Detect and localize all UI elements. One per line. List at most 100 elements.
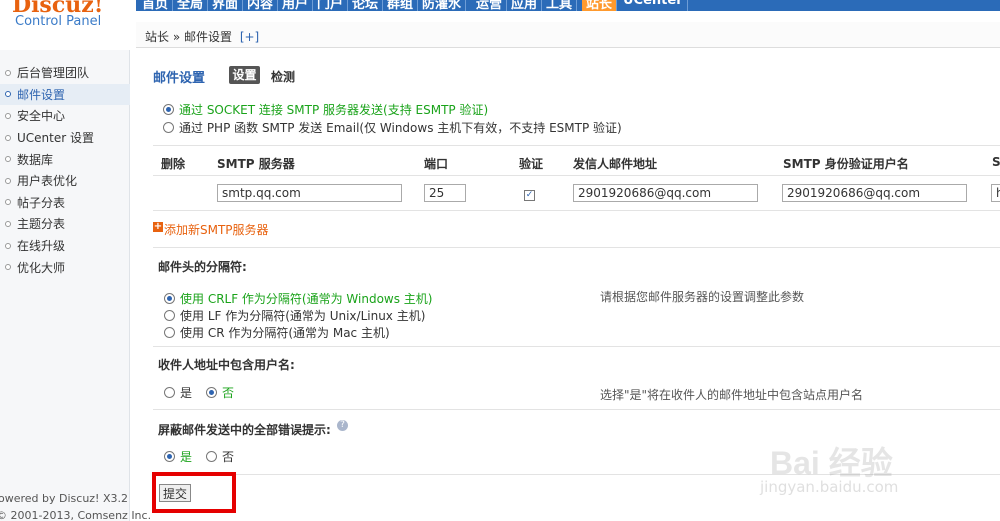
- bullet-icon: [5, 264, 11, 271]
- separator-hint: 请根据您邮件服务器的设置调整此参数: [600, 290, 805, 304]
- silent-no[interactable]: 否: [206, 448, 234, 465]
- table-divider: [153, 210, 1000, 211]
- separator-crlf-label: 使用 CRLF 作为分隔符(通常为 Windows 主机): [180, 292, 433, 306]
- more-input[interactable]: [991, 184, 1000, 202]
- page-title: 邮件设置: [153, 71, 206, 86]
- topnav-portal[interactable]: 门户: [313, 0, 349, 11]
- send-mode-php-label: 通过 PHP 函数 SMTP 发送 Email(仅 Windows 主机下有效，…: [179, 121, 622, 135]
- topnav-interface[interactable]: 界面: [208, 0, 244, 11]
- smtp-server-input[interactable]: [217, 184, 402, 202]
- radio-icon[interactable]: [206, 451, 217, 462]
- topnav-content[interactable]: 内容: [243, 0, 279, 11]
- include-user-title: 收件人地址中包含用户名:: [158, 358, 295, 372]
- bullet-icon: [5, 177, 11, 184]
- sidebar-item-user-table[interactable]: 用户表优化: [0, 170, 130, 192]
- topnav-global[interactable]: 全局: [173, 0, 209, 11]
- tab-settings[interactable]: 设置: [229, 66, 260, 84]
- include-user-yes-label: 是: [180, 386, 193, 400]
- highlight-box: [152, 472, 236, 513]
- port-input[interactable]: [424, 184, 466, 202]
- sidebar-item-thread-split[interactable]: 主题分表: [0, 213, 130, 235]
- page: Discuz! Control Panel 后台管理团队 邮件设置 安全中心 U…: [0, 0, 1000, 521]
- breadcrumb: 站长 » 邮件设置 [+]: [145, 28, 259, 45]
- topnav-group[interactable]: 群组: [383, 0, 419, 11]
- col-from-address: 发信人邮件地址: [573, 157, 658, 171]
- sidebar-item-label: 数据库: [17, 152, 54, 167]
- col-more: S: [992, 155, 1000, 169]
- topnav-operation[interactable]: 运营: [472, 0, 508, 11]
- include-user-hint: 选择"是"将在收件人的邮件地址中包含站点用户名: [600, 388, 864, 402]
- breadcrumb-add[interactable]: [+]: [240, 30, 259, 44]
- col-delete: 删除: [161, 157, 186, 171]
- radio-checked-icon[interactable]: [206, 387, 217, 398]
- sidebar-item-label: 安全中心: [17, 109, 66, 124]
- sidebar-item-security[interactable]: 安全中心: [0, 105, 130, 127]
- separator-cr-label: 使用 CR 作为分隔符(通常为 Mac 主机): [180, 326, 390, 340]
- topnav-forum[interactable]: 论坛: [348, 0, 384, 11]
- radio-checked-icon[interactable]: [164, 451, 175, 462]
- sidebar-item-optimizer[interactable]: 优化大师: [0, 256, 130, 278]
- add-icon[interactable]: +: [153, 222, 163, 232]
- from-address-input[interactable]: [573, 184, 758, 202]
- sidebar-item-label: 邮件设置: [17, 87, 66, 102]
- section-divider: [153, 247, 1000, 248]
- topnav-ucenter[interactable]: UCenter: [619, 0, 688, 11]
- topnav-tools[interactable]: 工具: [542, 0, 578, 11]
- topnav-antispam[interactable]: 防灌水: [418, 0, 467, 11]
- bullet-icon: [5, 134, 11, 141]
- col-auth-username: SMTP 身份验证用户名: [783, 157, 909, 171]
- separator-cr[interactable]: 使用 CR 作为分隔符(通常为 Mac 主机): [164, 324, 390, 341]
- silent-yes-label: 是: [180, 450, 193, 464]
- bullet-icon: [5, 220, 11, 227]
- topnav-users[interactable]: 用户: [278, 0, 314, 11]
- sidebar-item-label: 帖子分表: [17, 195, 66, 210]
- footer-powered: owered by Discuz! X3.2: [0, 492, 128, 505]
- breadcrumb-text: 站长 » 邮件设置: [145, 30, 232, 44]
- sidebar-item-mail-settings[interactable]: 邮件设置: [0, 83, 130, 106]
- separator-lf[interactable]: 使用 LF 作为分隔符(通常为 Unix/Linux 主机): [164, 307, 425, 324]
- sidebar-item-admin-team[interactable]: 后台管理团队: [0, 62, 130, 84]
- sidebar-item-upgrade[interactable]: 在线升级: [0, 235, 130, 257]
- auth-checkbox[interactable]: ✓: [524, 190, 535, 201]
- auth-username-input[interactable]: [782, 184, 967, 202]
- radio-checked-icon[interactable]: [164, 293, 175, 304]
- sidebar-item-label: 用户表优化: [17, 174, 78, 189]
- breadcrumb-bar: 站长 » 邮件设置 [+]: [136, 22, 1000, 48]
- send-mode-socket[interactable]: 通过 SOCKET 连接 SMTP 服务器发送(支持 ESMTP 验证): [163, 101, 488, 118]
- sidebar-item-label: 主题分表: [17, 217, 66, 232]
- sidebar-item-ucenter[interactable]: UCenter 设置: [0, 127, 130, 149]
- help-icon[interactable]: ?: [337, 420, 348, 431]
- topnav-webmaster[interactable]: 站长: [582, 0, 618, 11]
- footer-copyright: © 2001-2013, Comsenz Inc.: [0, 509, 152, 521]
- tab-check[interactable]: 检测: [271, 68, 295, 85]
- section-divider: [153, 409, 1000, 410]
- bullet-icon: [5, 156, 11, 163]
- radio-icon[interactable]: [164, 310, 175, 321]
- sidebar-item-post-split[interactable]: 帖子分表: [0, 192, 130, 214]
- radio-icon[interactable]: [163, 122, 174, 133]
- sidebar-item-label: 优化大师: [17, 260, 66, 275]
- include-user-no[interactable]: 否: [206, 384, 234, 401]
- add-smtp-server-link[interactable]: 添加新SMTP服务器: [164, 221, 269, 238]
- bullet-icon: [5, 69, 11, 76]
- col-smtp-server: SMTP 服务器: [217, 157, 295, 171]
- include-user-yes[interactable]: 是: [164, 384, 192, 401]
- topnav-home[interactable]: 首页: [138, 0, 174, 11]
- radio-checked-icon[interactable]: [163, 104, 174, 115]
- col-port: 端口: [424, 157, 449, 171]
- radio-icon[interactable]: [164, 387, 175, 398]
- topnav-apps[interactable]: 应用: [507, 0, 543, 11]
- separator-crlf[interactable]: 使用 CRLF 作为分隔符(通常为 Windows 主机): [164, 290, 433, 307]
- radio-icon[interactable]: [164, 327, 175, 338]
- bullet-icon: [5, 91, 11, 98]
- sidebar-item-label: UCenter 设置: [17, 131, 94, 146]
- sidebar-item-label: 在线升级: [17, 239, 66, 254]
- send-mode-socket-label: 通过 SOCKET 连接 SMTP 服务器发送(支持 ESMTP 验证): [179, 103, 489, 117]
- bullet-icon: [5, 112, 11, 119]
- sidebar-item-database[interactable]: 数据库: [0, 148, 130, 170]
- silent-yes[interactable]: 是: [164, 448, 192, 465]
- col-auth: 验证: [519, 157, 544, 171]
- send-mode-php[interactable]: 通过 PHP 函数 SMTP 发送 Email(仅 Windows 主机下有效，…: [163, 119, 622, 136]
- separator-lf-label: 使用 LF 作为分隔符(通常为 Unix/Linux 主机): [180, 309, 426, 323]
- sidebar-nav: 后台管理团队 邮件设置 安全中心 UCenter 设置 数据库 用户表优化 帖子…: [0, 62, 130, 278]
